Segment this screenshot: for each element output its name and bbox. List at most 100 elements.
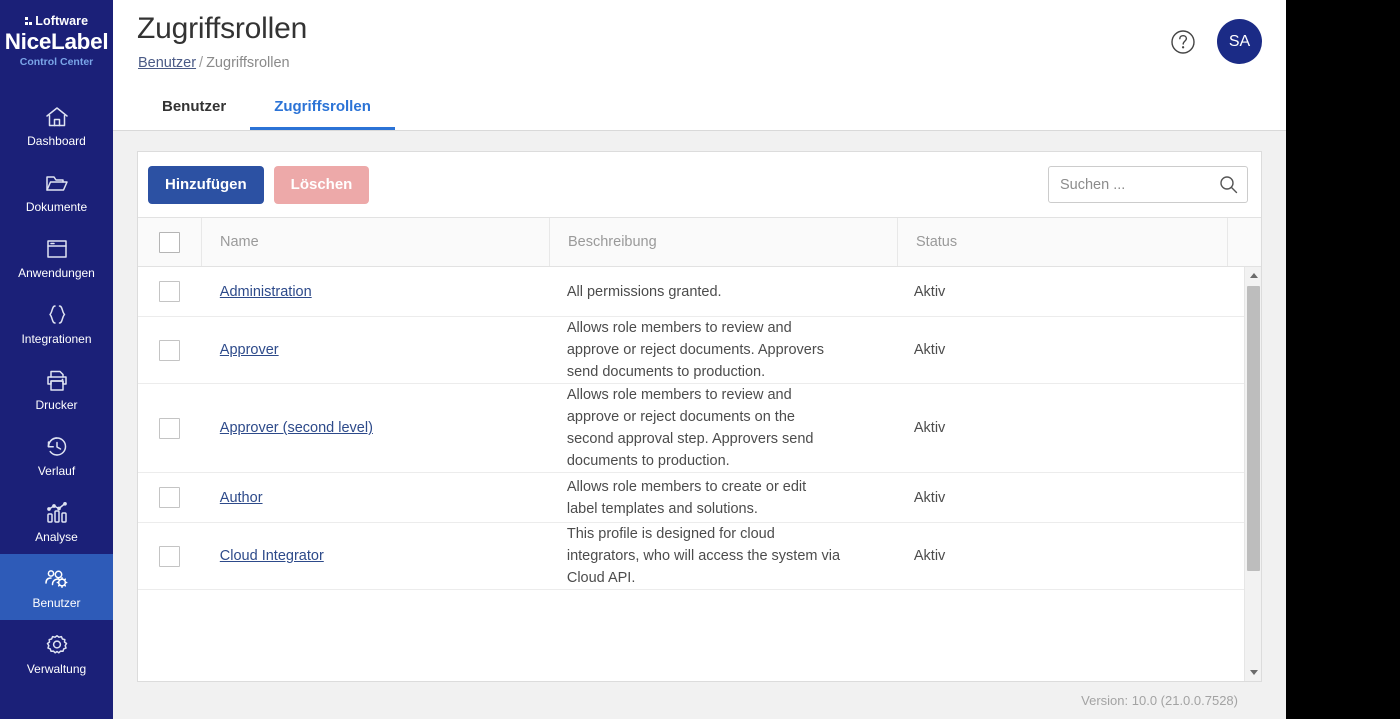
row-select-cell: [138, 267, 202, 316]
roles-table: Name Beschreibung Status Administration: [138, 217, 1261, 681]
table-row[interactable]: Approver Allows role members to review a…: [138, 317, 1261, 384]
role-link[interactable]: Administration: [220, 284, 312, 300]
table-row[interactable]: Author Allows role members to create or …: [138, 473, 1261, 523]
version-label: Version: 10.0 (21.0.0.7528): [1081, 693, 1238, 708]
sidebar-item-label: Anwendungen: [18, 265, 95, 280]
sidebar-item-verlauf[interactable]: Verlauf: [0, 422, 113, 488]
role-link[interactable]: Approver: [220, 342, 279, 358]
sidebar-item-analyse[interactable]: Analyse: [0, 488, 113, 554]
description-line: documents to production.: [566, 453, 730, 469]
column-header-spacer: [1228, 218, 1261, 266]
tab-benutzer[interactable]: Benutzer: [138, 88, 250, 130]
sidebar-item-label: Integrationen: [21, 331, 92, 346]
roles-card: Hinzufügen Löschen Suchen ... Name Besch…: [137, 151, 1262, 682]
tab-bar: Benutzer Zugriffsrollen: [138, 88, 395, 130]
folder-icon: [42, 169, 72, 197]
table-row[interactable]: Administration All permissions granted. …: [138, 267, 1261, 317]
description-line: label templates and solutions.: [566, 500, 758, 517]
row-checkbox[interactable]: [159, 281, 181, 302]
table-row[interactable]: Cloud Integrator This profile is designe…: [138, 523, 1261, 590]
sidebar-item-label: Drucker: [35, 397, 78, 412]
sidebar-nav: Dashboard Dokumente Anwendungen Integrat…: [0, 92, 113, 686]
sidebar-item-drucker[interactable]: Drucker: [0, 356, 113, 422]
row-checkbox[interactable]: [159, 487, 181, 508]
tab-zugriffsrollen[interactable]: Zugriffsrollen: [250, 88, 395, 130]
sidebar-item-verwaltung[interactable]: Verwaltung: [0, 620, 113, 686]
select-all-checkbox[interactable]: [159, 231, 180, 253]
main-area: Zugriffsrollen Benutzer / Zugriffsrollen S…: [113, 0, 1286, 719]
row-select-cell: [138, 317, 202, 383]
row-name-cell: Approver: [202, 317, 549, 383]
description-line: integrators, who will access the system …: [566, 548, 841, 564]
description-line: Allows role members to review and: [566, 387, 792, 403]
row-status-cell: Aktiv: [913, 283, 946, 300]
delete-button[interactable]: Löschen: [273, 165, 370, 204]
sidebar-item-dokumente[interactable]: Dokumente: [0, 158, 113, 224]
row-checkbox[interactable]: [159, 339, 181, 361]
row-description-cell: This profile is designed for cloud integ…: [549, 523, 896, 589]
table-row[interactable]: Approver (second level) Allows role memb…: [138, 384, 1261, 473]
row-name-cell: Approver (second level): [202, 384, 549, 472]
loftware-text: Loftware: [35, 14, 89, 28]
sidebar-item-integrationen[interactable]: Integrationen: [0, 290, 113, 356]
row-select-cell: [138, 523, 202, 589]
row-select-cell: [138, 473, 202, 522]
row-select-cell: [138, 384, 202, 472]
sidebar-item-anwendungen[interactable]: Anwendungen: [0, 224, 113, 290]
bar-chart-icon: [42, 499, 72, 527]
brand-logo: Loftware NiceLabel Control Center: [0, 0, 113, 69]
description-line: This profile is designed for cloud: [566, 526, 775, 542]
table-body: Administration All permissions granted. …: [138, 267, 1261, 681]
content-area: Hinzufügen Löschen Suchen ... Name Besch…: [113, 131, 1286, 719]
loftware-squares-icon: [24, 17, 33, 25]
breadcrumb-parent-link[interactable]: Benutzer: [138, 55, 196, 71]
column-header-description[interactable]: Beschreibung: [550, 218, 898, 266]
row-status-cell: Aktiv: [913, 342, 946, 358]
column-header-status[interactable]: Status: [898, 218, 1228, 266]
loftware-wordmark: Loftware: [0, 14, 113, 28]
description-line: send documents to production.: [566, 364, 766, 380]
row-description-cell: Allows role members to review and approv…: [549, 384, 896, 472]
row-status-cell: Aktiv: [913, 489, 946, 506]
description-line: Allows role members to review and: [566, 320, 792, 336]
printer-icon: [42, 367, 72, 395]
breadcrumb: Benutzer / Zugriffsrollen: [138, 55, 290, 71]
question-circle-icon: [1168, 30, 1198, 61]
column-header-name[interactable]: Name: [202, 218, 550, 266]
description-line: approve or reject documents on the: [566, 409, 795, 425]
row-description-cell: Allows role members to review and approv…: [549, 317, 896, 383]
sidebar-item-dashboard[interactable]: Dashboard: [0, 92, 113, 158]
sidebar-item-label: Dokumente: [25, 199, 88, 214]
row-name-cell: Author: [202, 473, 549, 522]
add-button[interactable]: Hinzufügen: [148, 165, 264, 204]
role-link[interactable]: Author: [220, 490, 263, 506]
scroll-down-arrow-icon[interactable]: [1245, 664, 1261, 681]
sidebar-item-benutzer[interactable]: Benutzer: [0, 554, 113, 620]
control-center-label: Control Center: [19, 56, 94, 68]
users-gear-icon: [42, 565, 72, 593]
scroll-up-arrow-icon[interactable]: [1245, 267, 1261, 284]
breadcrumb-current: Zugriffsrollen: [206, 55, 290, 71]
nicelabel-wordmark: NiceLabel: [4, 29, 109, 54]
table-header-row: Name Beschreibung Status: [138, 217, 1261, 267]
sidebar-item-label: Dashboard: [27, 133, 86, 148]
table-toolbar: Hinzufügen Löschen: [138, 152, 1261, 217]
row-description-cell: All permissions granted.: [549, 281, 896, 303]
row-name-cell: Administration: [202, 267, 549, 316]
row-description-cell: Allows role members to create or edit la…: [549, 476, 896, 520]
row-checkbox[interactable]: [159, 417, 181, 439]
sidebar-item-label: Analyse: [35, 529, 78, 544]
role-link[interactable]: Approver (second level): [220, 420, 373, 436]
search-icon[interactable]: [1219, 175, 1238, 194]
table-vertical-scrollbar[interactable]: [1244, 267, 1261, 681]
sidebar-item-label: Verwaltung: [26, 661, 87, 676]
description-line: Allows role members to create or edit: [566, 478, 807, 495]
avatar[interactable]: SA: [1217, 19, 1262, 64]
braces-icon: [42, 301, 72, 329]
search-input[interactable]: [1048, 166, 1248, 203]
sidebar-item-label: Benutzer: [32, 595, 81, 610]
role-link[interactable]: Cloud Integrator: [220, 548, 324, 564]
help-button[interactable]: [1168, 27, 1198, 57]
row-checkbox[interactable]: [159, 545, 181, 567]
scrollbar-thumb[interactable]: [1247, 286, 1260, 571]
